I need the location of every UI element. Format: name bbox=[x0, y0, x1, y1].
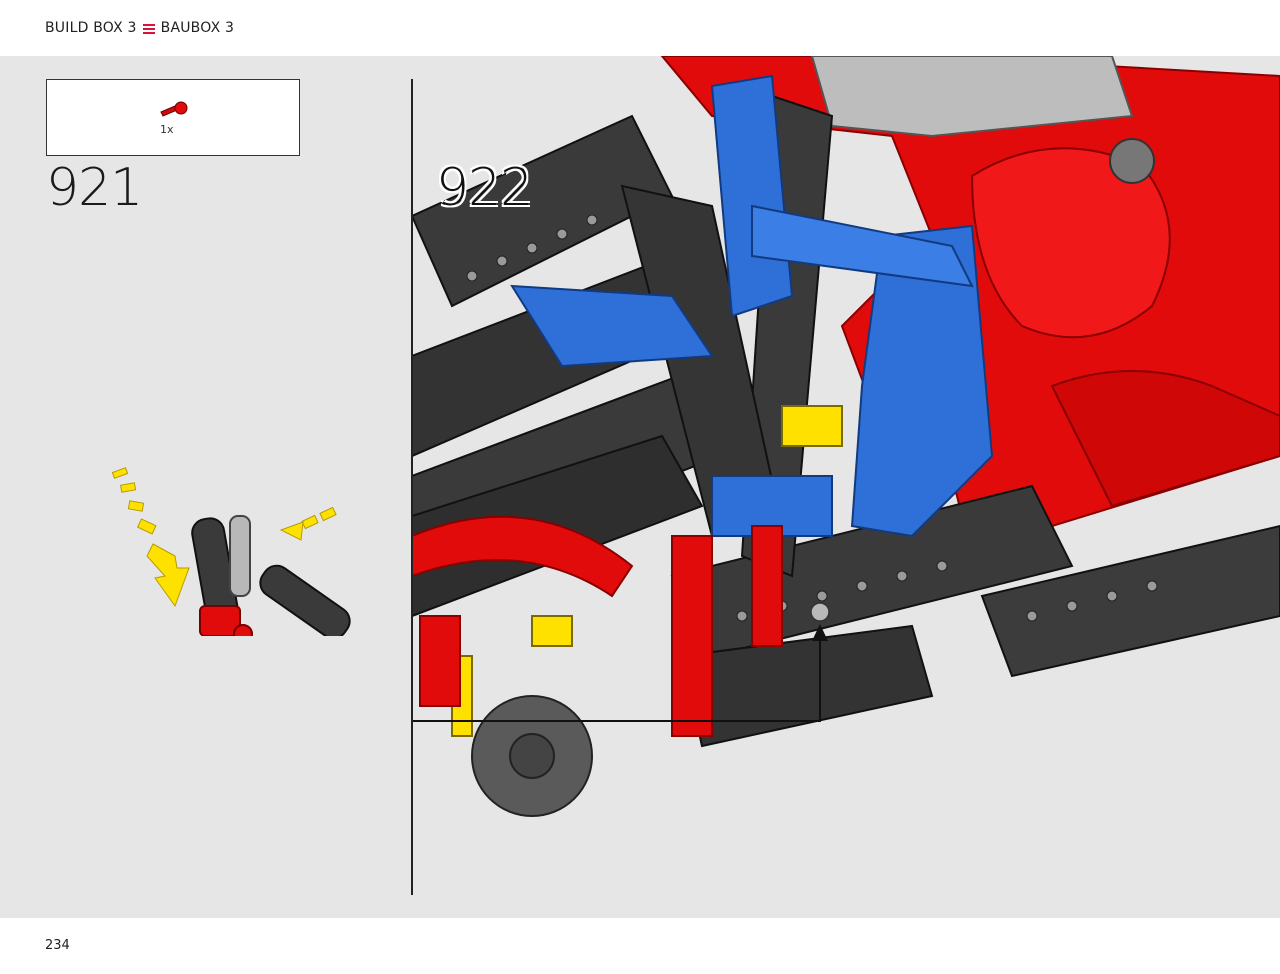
page-number: 234 bbox=[45, 938, 70, 953]
breadcrumb: BUILD BOX 3 BAUBOX 3 bbox=[45, 20, 234, 36]
step-divider bbox=[411, 79, 413, 895]
parts-callout: 1x bbox=[46, 79, 300, 156]
step-number-921: 921 bbox=[46, 158, 143, 218]
hamburger-icon bbox=[142, 22, 155, 36]
part-quantity: 1x bbox=[160, 123, 174, 136]
step-922-illustration bbox=[412, 56, 1280, 817]
page-header: BUILD BOX 3 BAUBOX 3 bbox=[0, 0, 1280, 56]
step-921-illustration bbox=[111, 467, 351, 636]
step-number-922: 922 bbox=[436, 158, 533, 218]
page-footer bbox=[0, 918, 1280, 974]
instruction-panel bbox=[0, 56, 1280, 918]
red-pin-icon bbox=[160, 101, 188, 117]
section-title-en: BUILD BOX 3 bbox=[45, 20, 137, 36]
section-title-de: BAUBOX 3 bbox=[160, 20, 235, 36]
